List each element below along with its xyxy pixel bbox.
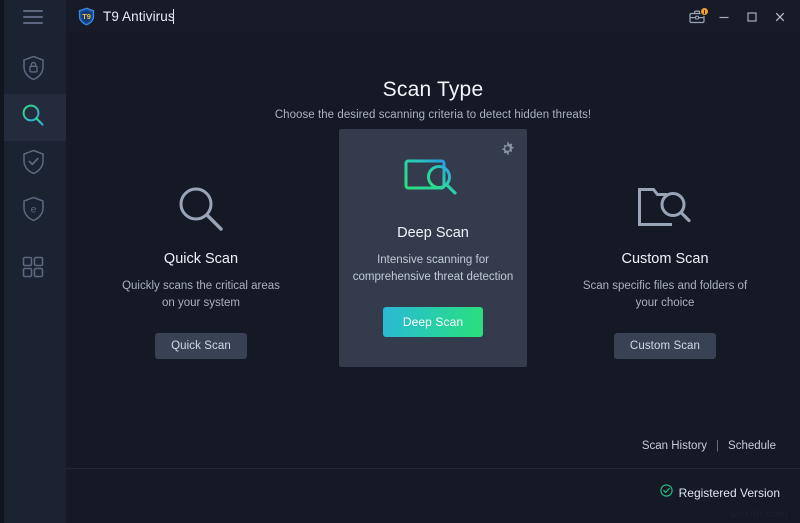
window-body: e Scan Type — [0, 33, 800, 523]
quick-scan-title: Quick Scan — [164, 251, 238, 267]
notification-badge — [700, 7, 709, 16]
app-window: T9 T9 Antivirus — [0, 0, 800, 523]
custom-scan-button[interactable]: Custom Scan — [614, 333, 716, 359]
gear-icon[interactable] — [498, 139, 516, 157]
check-circle-icon — [660, 484, 673, 502]
t9-shield-logo-icon: T9 — [77, 7, 96, 26]
watermark: woxdn.com — [729, 508, 788, 520]
window-left-edge — [0, 0, 4, 523]
folder-magnifier-icon — [636, 181, 694, 237]
app-brand: T9 T9 Antivirus — [77, 7, 182, 26]
scan-type-panel: Scan Type Choose the desired scanning cr… — [66, 33, 800, 468]
deep-scan-card[interactable]: Deep Scan Intensive scanning for compreh… — [339, 129, 527, 367]
shield-exploit-icon: e — [22, 196, 45, 227]
status-bar: Registered Version woxdn.com — [66, 468, 800, 523]
sidebar-item-exploit[interactable]: e — [0, 188, 66, 235]
sidebar-divider-gap — [0, 235, 66, 246]
custom-scan-card[interactable]: Custom Scan Scan specific files and fold… — [571, 155, 759, 381]
toolbox-notification-icon[interactable] — [684, 0, 710, 33]
registered-label: Registered Version — [679, 486, 780, 500]
window-title: T9 Antivirus — [103, 9, 175, 24]
menu-button[interactable] — [0, 0, 66, 33]
hamburger-menu-icon[interactable] — [23, 10, 43, 24]
sidebar-item-security[interactable] — [0, 141, 66, 188]
deep-scan-description: Intensive scanning for comprehensive thr… — [349, 252, 517, 285]
search-icon — [20, 102, 46, 133]
deep-scan-button[interactable]: Deep Scan — [383, 307, 483, 337]
window-controls — [684, 0, 800, 33]
maximize-button[interactable] — [738, 0, 766, 33]
monitor-magnifier-icon — [403, 155, 463, 211]
schedule-link[interactable]: Schedule — [728, 440, 776, 452]
sidebar-item-tools[interactable] — [0, 246, 66, 293]
minimize-button[interactable] — [710, 0, 738, 33]
content-area: Scan Type Choose the desired scanning cr… — [66, 33, 800, 523]
grid-apps-icon — [22, 256, 44, 283]
page-subtitle: Choose the desired scanning criteria to … — [66, 109, 800, 121]
sidebar-nav: e — [0, 33, 66, 523]
scan-history-link[interactable]: Scan History — [642, 440, 707, 452]
scan-cards: Quick Scan Quickly scans the critical ar… — [66, 155, 800, 381]
title-bar: T9 T9 Antivirus — [0, 0, 800, 33]
custom-scan-title: Custom Scan — [621, 251, 708, 267]
close-button[interactable] — [766, 0, 794, 33]
text-cursor — [173, 9, 174, 24]
svg-text:T9: T9 — [82, 12, 91, 21]
footer-links: Scan History | Schedule — [642, 440, 776, 452]
magnifier-icon — [174, 181, 228, 237]
sidebar-item-protection[interactable] — [0, 47, 66, 94]
page-heading: Scan Type Choose the desired scanning cr… — [66, 78, 800, 121]
page-title: Scan Type — [66, 78, 800, 102]
svg-text:e: e — [30, 203, 36, 215]
custom-scan-description: Scan specific files and folders of your … — [581, 278, 749, 311]
links-separator: | — [716, 440, 719, 452]
quick-scan-description: Quickly scans the critical areas on your… — [117, 278, 285, 311]
quick-scan-button[interactable]: Quick Scan — [155, 333, 247, 359]
shield-check-icon — [22, 149, 45, 180]
deep-scan-title: Deep Scan — [397, 225, 469, 241]
quick-scan-card[interactable]: Quick Scan Quickly scans the critical ar… — [107, 155, 295, 381]
sidebar-item-scan[interactable] — [0, 94, 66, 141]
registered-status: Registered Version — [660, 484, 780, 502]
shield-lock-icon — [22, 55, 45, 86]
